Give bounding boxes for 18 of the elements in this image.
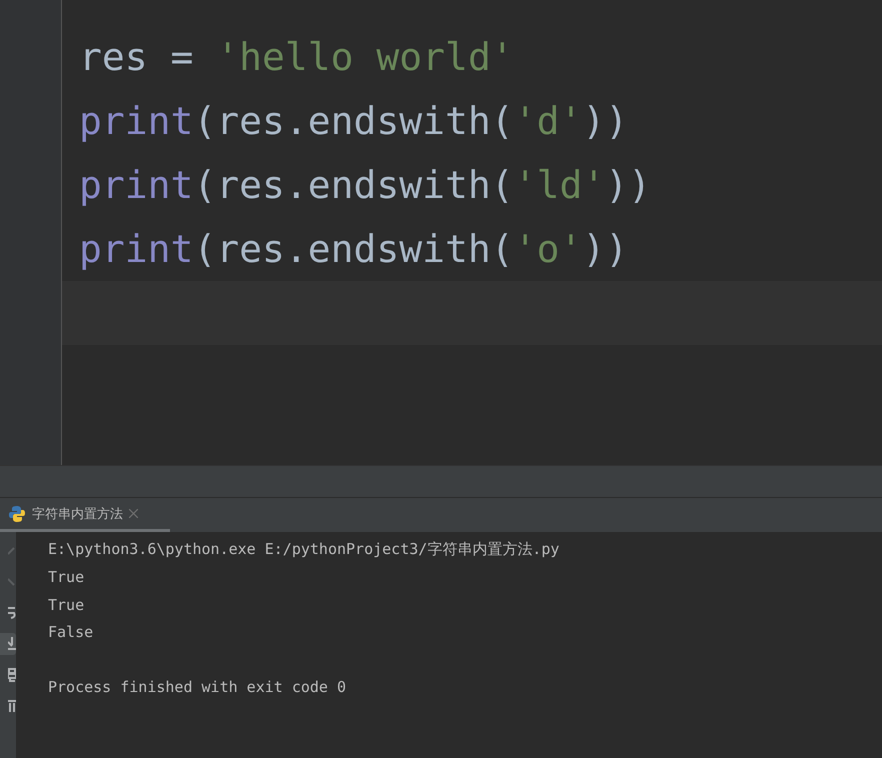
close-icon[interactable]: [129, 509, 138, 518]
trash-icon: [8, 699, 16, 713]
tab-label: 字符串内置方法: [32, 506, 123, 522]
wrap-icon: [8, 606, 16, 620]
code-line: res = 'hello world': [78, 34, 515, 81]
code-line: print(res.endswith('d')): [78, 98, 630, 145]
toolbar-button[interactable]: [0, 633, 16, 655]
printer-icon: [8, 668, 16, 682]
code-editor[interactable]: res = 'hello world' print(res.endswith('d')) print(res.endswith('ld')) print(res.endswith('o')): [0, 0, 882, 465]
console-output-line: True: [48, 568, 84, 586]
code-line: print(res.endswith('ld')): [78, 162, 652, 209]
code-line: print(res.endswith('o')): [78, 226, 630, 273]
python-logo-icon: [8, 504, 26, 522]
console-output-line: E:\python3.6\python.exe E:/pythonProject3/字符串内置方法.py: [48, 540, 560, 560]
scroll-to-end-icon: [8, 637, 16, 651]
console-output-line: True: [48, 596, 84, 614]
console-output-line: False: [48, 623, 94, 642]
exit-message: Process finished with exit code 0: [48, 678, 346, 696]
